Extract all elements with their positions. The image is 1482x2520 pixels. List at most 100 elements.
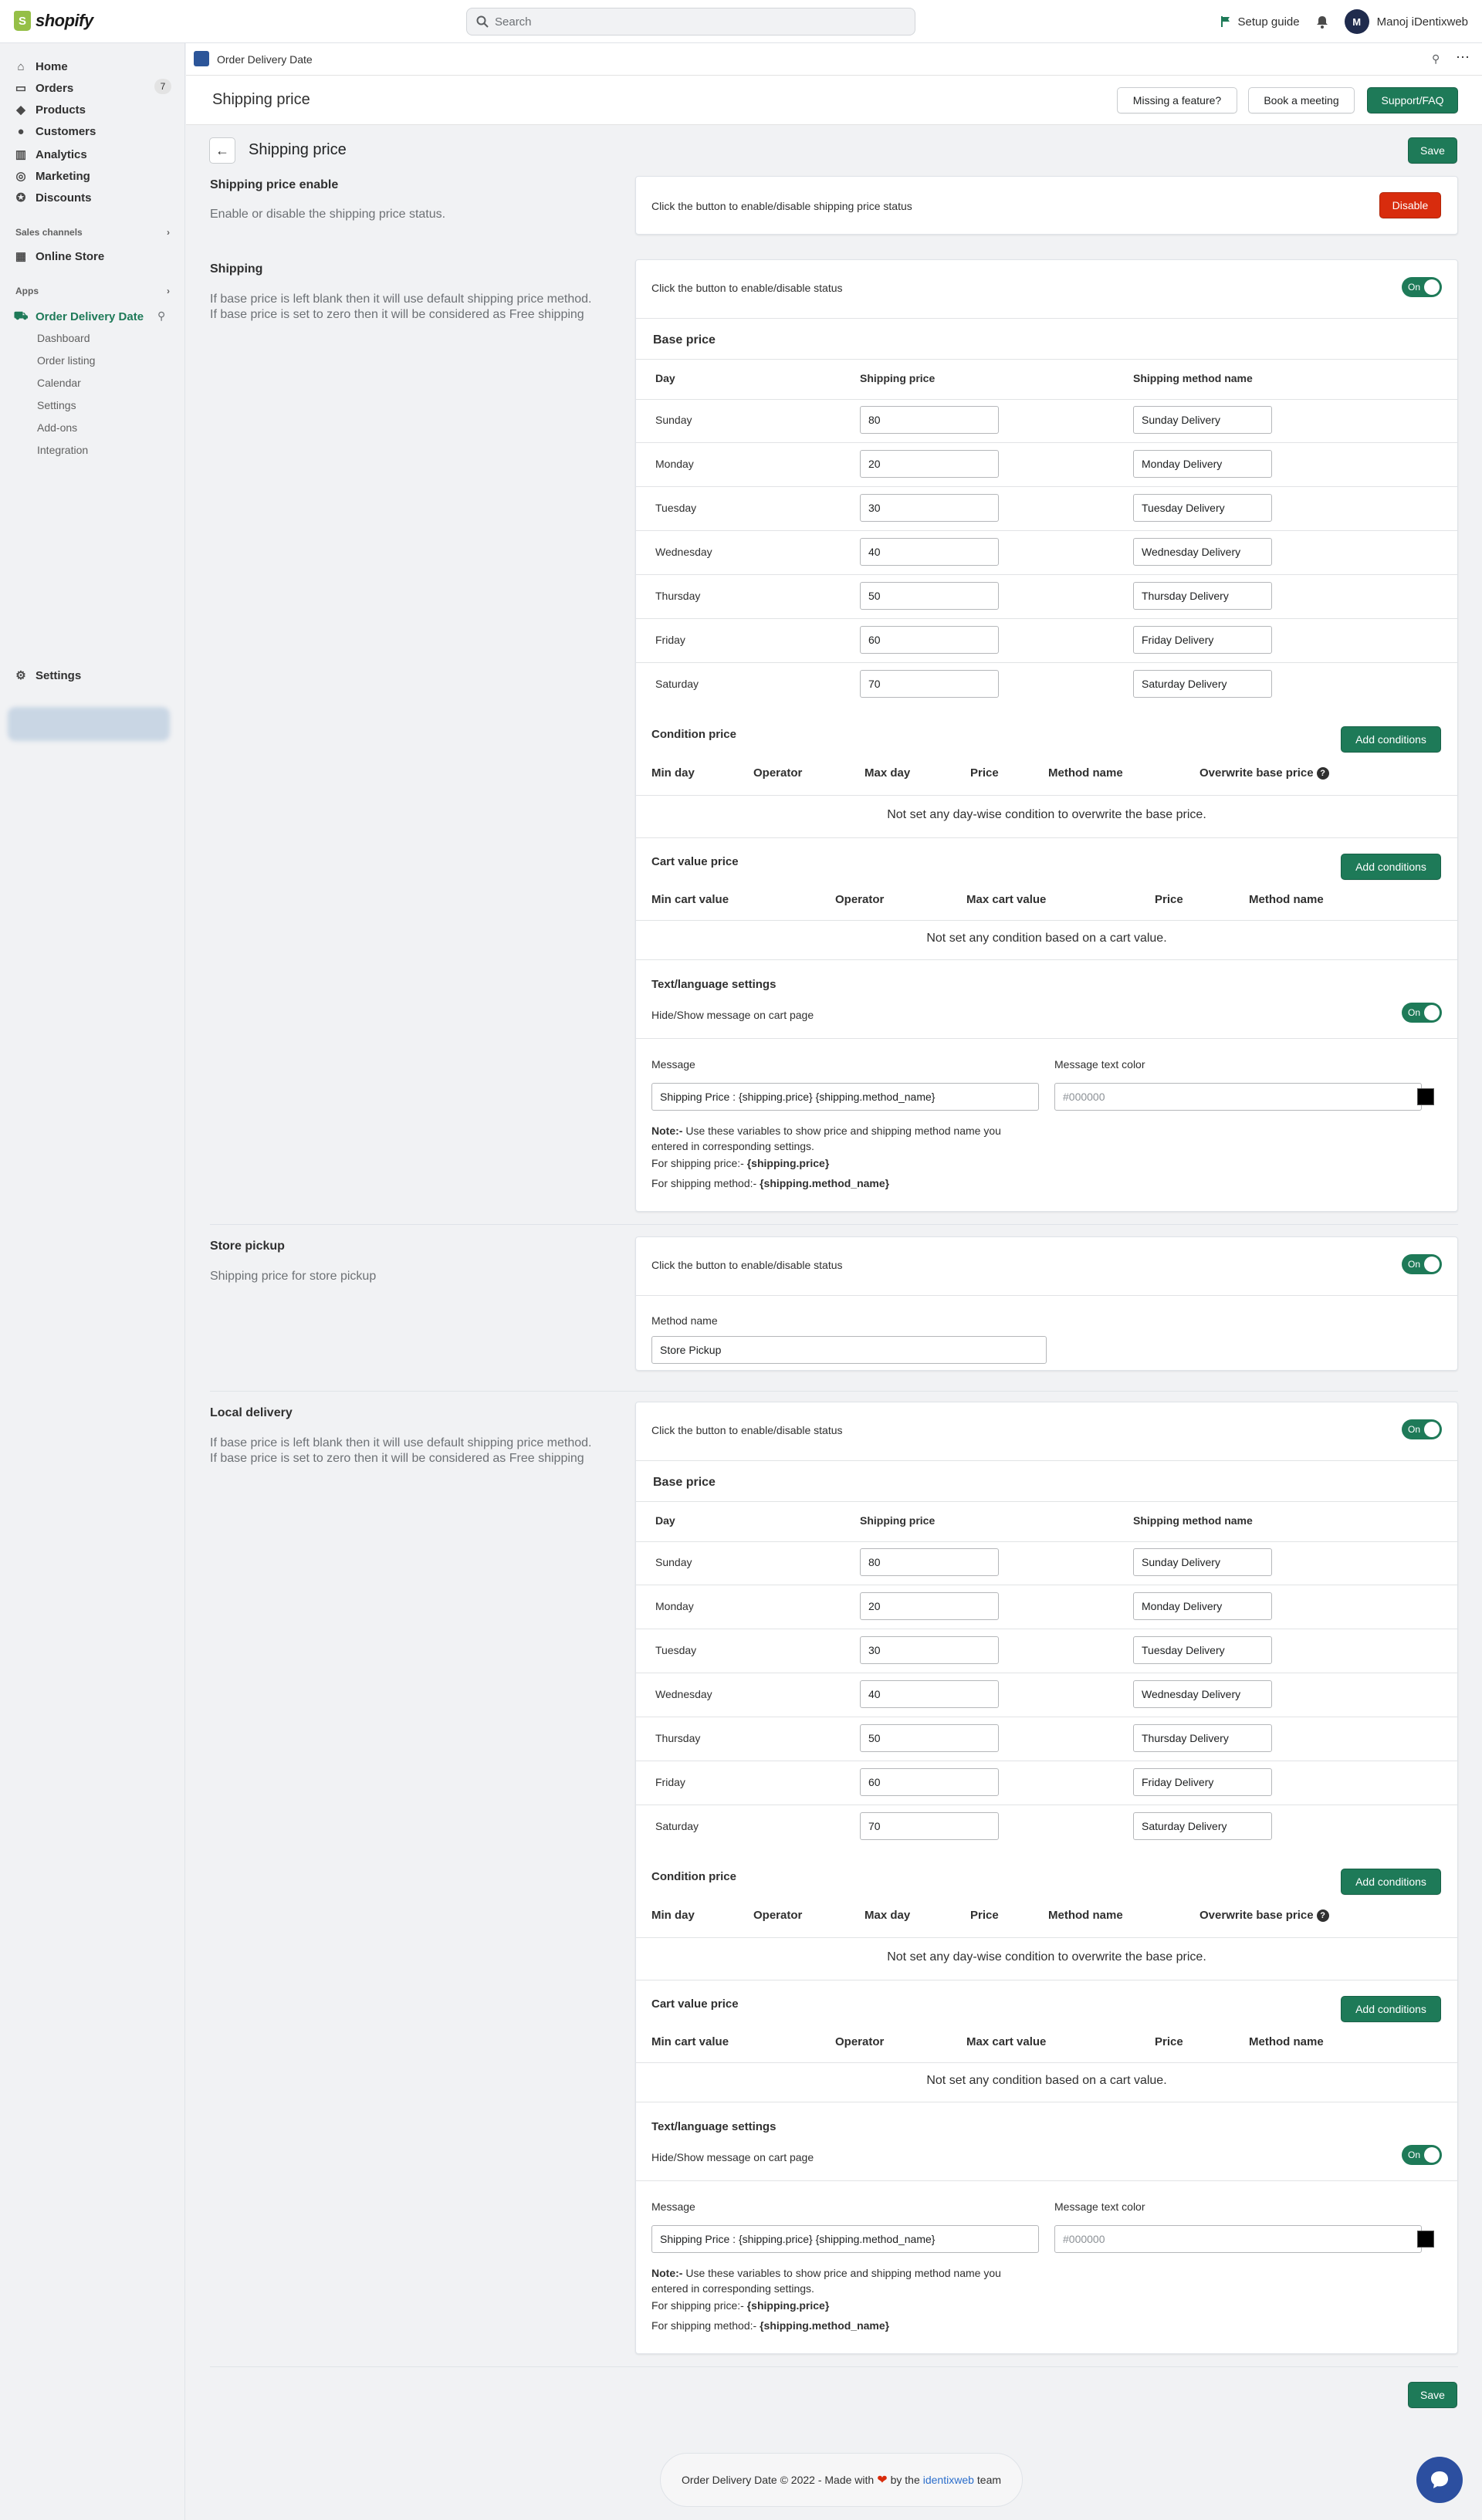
back-button[interactable]: ← [209,137,235,164]
shipping-price-input[interactable]: 40 [860,1680,999,1708]
local-desc-1: If base price is left blank then it will… [210,1436,592,1449]
sidebar-item-products[interactable]: ◆ Products [14,99,86,120]
sidebar-item-marketing[interactable]: ◎ Marketing [14,165,90,187]
sidebar-item-home[interactable]: ⌂ Home [14,56,67,77]
shipping-method-input[interactable]: Thursday Delivery [1133,582,1272,610]
sidebar-item-order-delivery-date[interactable]: ⛟ Order Delivery Date [14,306,144,327]
page-title: Shipping price [212,91,310,108]
shipping-price-input[interactable]: 70 [860,670,999,698]
enable-text: Click the button to enable/disable shipp… [651,200,912,212]
sidebar-sub-calendar[interactable]: Calendar [37,377,81,389]
shopify-logo[interactable]: shopify [14,11,93,31]
question-icon[interactable]: ? [1316,1909,1329,1923]
book-meeting-button[interactable]: Book a meeting [1248,87,1355,113]
identixweb-link[interactable]: identixweb [923,2474,974,2486]
disable-button[interactable]: Disable [1379,192,1441,218]
shipping-method-input[interactable]: Sunday Delivery [1133,406,1272,434]
sidebar-sub-order-listing[interactable]: Order listing [37,354,95,367]
shipping-method-input[interactable]: Tuesday Delivery [1133,494,1272,522]
cart-message-toggle[interactable]: On [1402,2145,1442,2165]
shipping-method-input[interactable]: Wednesday Delivery [1133,538,1272,566]
message-input[interactable]: Shipping Price : {shipping.price} {shipp… [651,2225,1039,2253]
shipping-method-input[interactable]: Monday Delivery [1133,1592,1272,1620]
toggle-label: On [1408,2150,1421,2160]
note-text: Note:- Use these variables to show price… [651,1123,1053,1154]
sidebar-sub-integration[interactable]: Integration [37,444,88,456]
sidebar-item-settings[interactable]: ⚙ Settings [14,665,81,686]
shipping-price-input[interactable]: 20 [860,1592,999,1620]
color-swatch[interactable] [1417,2231,1434,2248]
color-input[interactable]: #000000 [1054,2225,1422,2253]
shipping-price-input[interactable]: 80 [860,406,999,434]
shipping-price-input[interactable]: 20 [860,450,999,478]
cart-message-toggle[interactable]: On [1402,1003,1442,1023]
table-row: Thursday 50 Thursday Delivery [636,1717,1457,1761]
col-method-name: Shipping method name [1133,1514,1253,1527]
shipping-price-input[interactable]: 30 [860,1636,999,1664]
shipping-price-input[interactable]: 60 [860,626,999,654]
shipping-method-input[interactable]: Wednesday Delivery [1133,1680,1272,1708]
shipping-method-input[interactable]: Sunday Delivery [1133,1548,1272,1576]
shipping-price-input[interactable]: 40 [860,538,999,566]
chat-button[interactable] [1416,2457,1463,2503]
shipping-price-input[interactable]: 80 [860,1548,999,1576]
pickup-status-toggle[interactable]: On [1402,1254,1442,1274]
color-input[interactable]: #000000 [1054,1083,1422,1111]
shipping-method-input[interactable]: Monday Delivery [1133,450,1272,478]
shipping-price-input[interactable]: 70 [860,1812,999,1840]
add-conditions-button[interactable]: Add conditions [1341,1869,1441,1895]
sidebar-sub-add-ons[interactable]: Add-ons [37,421,77,434]
cond-col-operator: Operator [753,766,803,780]
shipping-method-input[interactable]: Friday Delivery [1133,1768,1272,1796]
sidebar-item-discounts[interactable]: ✪ Discounts [14,187,92,208]
color-swatch[interactable] [1417,1088,1434,1105]
cond-col-max-day: Max day [864,766,911,780]
base-price-title: Base price [653,1476,716,1489]
add-cart-conditions-button[interactable]: Add conditions [1341,1996,1441,2022]
toggle-label: On [1408,1007,1421,1018]
cart-col-price: Price [1155,2035,1183,2048]
shipping-price-input[interactable]: 50 [860,582,999,610]
shipping-method-input[interactable]: Friday Delivery [1133,626,1272,654]
save-button-bottom[interactable]: Save [1408,2382,1457,2408]
shipping-method-input[interactable]: Tuesday Delivery [1133,1636,1272,1664]
sidebar-item-orders[interactable]: ▭ Orders [14,77,73,99]
pickup-status-row: Click the button to enable/disable statu… [636,1237,1457,1296]
sidebar-item-online-store[interactable]: ▦ Online Store [14,245,104,267]
message-input[interactable]: Shipping Price : {shipping.price} {shipp… [651,1083,1039,1111]
col-day: Day [655,1514,675,1527]
sidebar-item-analytics[interactable]: ▥ Analytics [14,144,87,165]
shipping-method-input[interactable]: Saturday Delivery [1133,1812,1272,1840]
price-var: {shipping.price} [746,1157,830,1169]
user-menu[interactable]: M Manoj iDentixweb [1344,9,1468,34]
shipping-price-input[interactable]: 50 [860,1724,999,1752]
pickup-method-input[interactable]: Store Pickup [651,1336,1047,1364]
sales-channels-header[interactable]: Sales channels › [15,227,170,238]
sidebar-sub-settings[interactable]: Settings [37,399,76,411]
sidebar-sub-dashboard[interactable]: Dashboard [37,332,90,344]
shipping-price-input[interactable]: 30 [860,494,999,522]
pin-icon[interactable]: ⚲ [1432,52,1440,66]
divider [636,920,1457,921]
shipping-status-toggle[interactable]: On [1402,277,1442,297]
sidebar-item-label: Marketing [36,169,90,183]
price-var-line: For shipping price:- {shipping.price} [651,1157,829,1169]
shipping-price-input[interactable]: 60 [860,1768,999,1796]
shipping-method-input[interactable]: Saturday Delivery [1133,670,1272,698]
pin-icon[interactable]: ⚲ [157,310,165,323]
apps-header[interactable]: Apps › [15,286,170,296]
save-button[interactable]: Save [1408,137,1457,164]
bell-icon[interactable] [1315,15,1329,29]
sidebar-item-customers[interactable]: ● Customers [14,120,96,142]
search-input[interactable]: Search [466,8,915,36]
question-icon[interactable]: ? [1316,767,1329,780]
more-icon[interactable]: ⋯ [1456,49,1470,66]
shipping-method-input[interactable]: Thursday Delivery [1133,1724,1272,1752]
setup-guide-button[interactable]: Setup guide [1220,15,1300,29]
local-status-toggle[interactable]: On [1402,1419,1442,1439]
add-conditions-button[interactable]: Add conditions [1341,726,1441,753]
missing-feature-button[interactable]: Missing a feature? [1117,87,1237,113]
home-icon: ⌂ [17,59,25,73]
add-cart-conditions-button[interactable]: Add conditions [1341,854,1441,880]
support-faq-button[interactable]: Support/FAQ [1367,87,1458,113]
